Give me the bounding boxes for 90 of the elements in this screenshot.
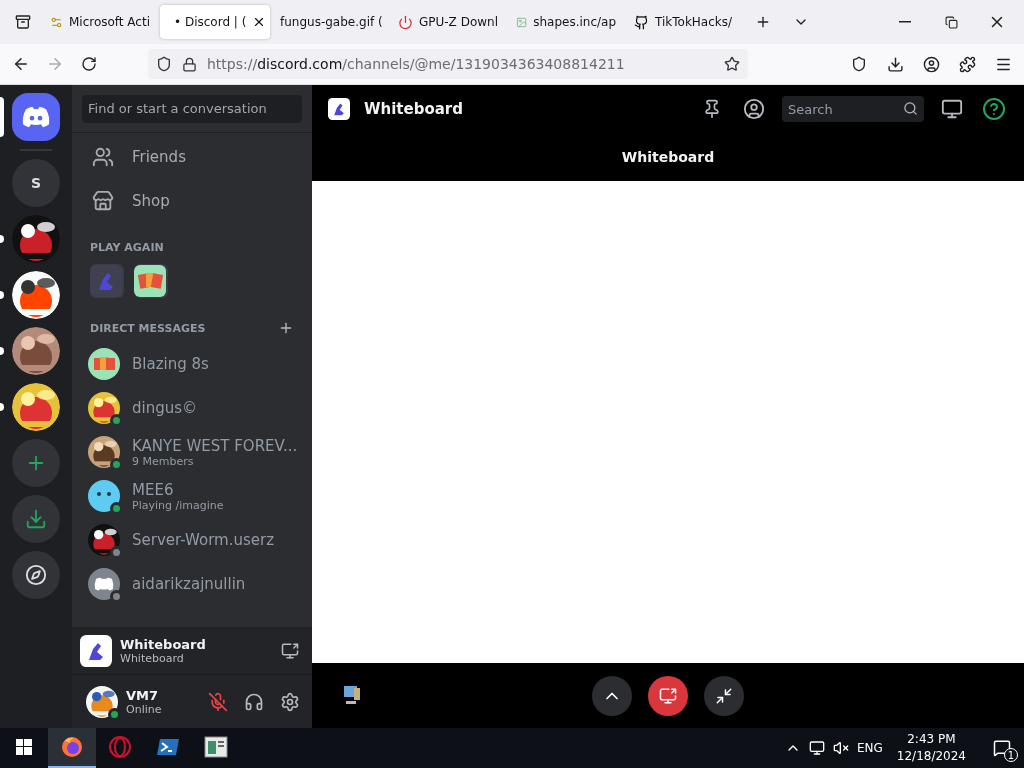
search-icon bbox=[903, 101, 918, 116]
power-icon bbox=[398, 14, 413, 30]
download-icon bbox=[886, 55, 904, 73]
shield-icon bbox=[156, 56, 172, 72]
github-icon bbox=[634, 14, 649, 30]
server-button[interactable]: S bbox=[12, 159, 60, 207]
direct-message-item[interactable]: MEE6 Playing /imagine bbox=[80, 474, 304, 518]
avatar bbox=[88, 480, 120, 512]
mic-off-icon bbox=[208, 691, 228, 712]
channel-title: Whiteboard bbox=[364, 100, 464, 118]
message-icon bbox=[993, 739, 1011, 757]
browser-tab[interactable]: • Discord | ( bbox=[160, 5, 270, 39]
archive-icon bbox=[15, 14, 31, 30]
help-icon bbox=[982, 97, 1006, 121]
network-icon[interactable] bbox=[808, 740, 825, 756]
clock[interactable]: 2:43 PM 12/18/2024 bbox=[890, 731, 972, 765]
arrow-right-icon bbox=[46, 55, 64, 73]
direct-message-item[interactable]: dingus© bbox=[80, 386, 304, 430]
pin-icon bbox=[702, 99, 722, 119]
user-name: VM7 bbox=[126, 687, 160, 703]
section-heading: DIRECT MESSAGES bbox=[90, 321, 206, 335]
opera-icon bbox=[108, 735, 132, 759]
search-field[interactable]: Find or start a conversation bbox=[82, 94, 302, 123]
firefox-icon bbox=[60, 735, 84, 759]
user-status: Online bbox=[126, 702, 162, 716]
volume-muted-icon[interactable] bbox=[832, 740, 849, 756]
server-button[interactable] bbox=[12, 327, 60, 375]
headphones-icon bbox=[244, 691, 264, 712]
minimize-icon bbox=[715, 686, 733, 705]
screen-icon bbox=[659, 686, 677, 705]
direct-message-item[interactable]: Server-Worm.userz bbox=[80, 518, 304, 562]
direct-message-item[interactable]: aidarikzajnullin bbox=[80, 562, 304, 606]
address-bar[interactable]: https://discord.com/channels/@me/1319034363408814211 bbox=[148, 49, 748, 79]
discover-button[interactable] bbox=[12, 551, 60, 599]
bookmark-star-icon[interactable] bbox=[724, 56, 740, 72]
monitor-icon bbox=[941, 98, 963, 120]
browser-tab[interactable]: GPU-Z Downl bbox=[390, 5, 506, 39]
discord-logo-icon bbox=[22, 106, 50, 128]
user-icon bbox=[743, 98, 765, 120]
taskbar-app[interactable] bbox=[48, 728, 96, 768]
server-button[interactable] bbox=[12, 271, 60, 319]
avatar bbox=[88, 568, 120, 600]
server-button[interactable] bbox=[12, 215, 60, 263]
language-indicator[interactable]: ENG bbox=[856, 741, 883, 755]
game-art bbox=[90, 265, 122, 297]
activity-title: Whiteboard bbox=[621, 149, 715, 165]
leave-activity-button[interactable] bbox=[648, 675, 688, 716]
download-icon bbox=[25, 508, 47, 530]
plus-icon bbox=[755, 14, 771, 30]
reload-icon bbox=[81, 56, 97, 72]
puzzle-icon bbox=[958, 55, 976, 73]
friends-icon bbox=[92, 146, 114, 168]
direct-message-item[interactable]: KANYE WEST FOREV... 9 Members bbox=[80, 430, 304, 474]
account-icon bbox=[922, 55, 940, 73]
server-button[interactable] bbox=[12, 383, 60, 431]
browser-tab[interactable]: fungus-gabe.gif ( bbox=[272, 5, 388, 39]
help-button[interactable] bbox=[980, 95, 1008, 123]
activity-subtitle: Whiteboard bbox=[120, 651, 185, 665]
home-button[interactable] bbox=[12, 93, 60, 141]
activity-art bbox=[80, 634, 112, 667]
compass-icon bbox=[25, 564, 47, 586]
activity-art bbox=[328, 98, 350, 120]
browser-tab[interactable]: TikTokHacks/ bbox=[626, 5, 742, 39]
nav-item[interactable]: Friends bbox=[80, 135, 304, 179]
url-text: https://discord.com/channels/@me/1319034363408814211 bbox=[207, 56, 626, 72]
activity-name: Whiteboard bbox=[120, 636, 206, 652]
shield-icon bbox=[851, 56, 867, 72]
add-server-button[interactable] bbox=[12, 439, 60, 487]
settings-icon bbox=[280, 691, 300, 712]
browser-tab[interactable]: Microsoft Acti bbox=[42, 5, 158, 39]
windows-logo-icon bbox=[16, 739, 32, 755]
lock-icon bbox=[182, 56, 197, 72]
restore-icon bbox=[944, 15, 958, 29]
screen-icon bbox=[281, 641, 299, 660]
game-button[interactable] bbox=[134, 264, 168, 298]
minimize-icon bbox=[899, 21, 911, 23]
direct-message-item[interactable]: Blazing 8s bbox=[80, 342, 304, 386]
game-art bbox=[134, 265, 166, 297]
shop-icon bbox=[92, 190, 114, 212]
section-heading: PLAY AGAIN bbox=[90, 241, 164, 254]
exit-fullscreen-button[interactable] bbox=[704, 675, 744, 716]
search-field[interactable]: Search bbox=[782, 96, 924, 122]
nav-item[interactable]: Shop bbox=[80, 179, 304, 223]
window-icon bbox=[204, 736, 228, 758]
avatar bbox=[88, 348, 120, 380]
add-icon[interactable] bbox=[278, 320, 294, 336]
browser-tab[interactable]: shapes.inc/ap bbox=[508, 5, 624, 39]
notifications-button[interactable]: 1 bbox=[980, 728, 1024, 768]
download-button[interactable] bbox=[12, 495, 60, 543]
notification-count: 1 bbox=[1004, 748, 1018, 762]
